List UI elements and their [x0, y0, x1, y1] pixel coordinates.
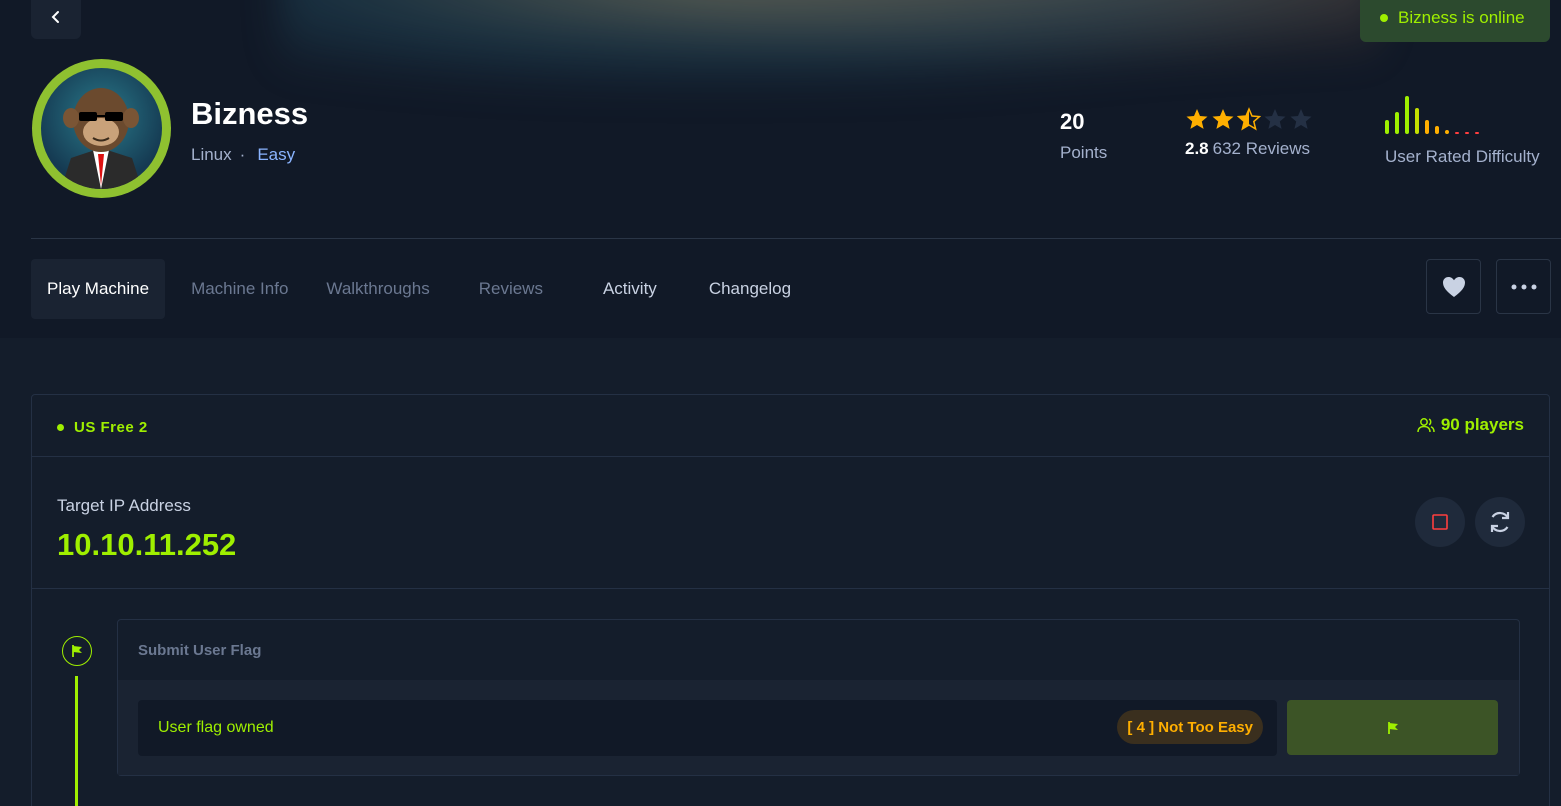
points-label: Points — [1060, 143, 1108, 162]
tab-activity[interactable]: Activity — [559, 259, 673, 319]
flag-icon — [1387, 721, 1398, 734]
difficulty-bar — [1425, 120, 1429, 134]
star-empty-icon — [1290, 109, 1312, 129]
user-flag-body: User flag owned [ 4 ] Not Too Easy — [118, 680, 1519, 775]
more-options-button[interactable] — [1496, 259, 1551, 314]
users-icon — [1417, 418, 1435, 433]
monkey-avatar-icon — [61, 88, 142, 189]
difficulty-bar — [1465, 132, 1469, 134]
status-dot-icon — [1380, 14, 1388, 22]
difficulty-chart — [1385, 96, 1479, 134]
difficulty-bar — [1415, 108, 1419, 134]
target-ip-value[interactable]: 10.10.11.252 — [57, 527, 236, 563]
machine-difficulty: Easy — [257, 145, 296, 164]
user-flag-panel: Submit User Flag User flag owned [ 4 ] N… — [117, 619, 1520, 776]
machine-header: Bizness is online Bizness Linux · Easy 2… — [0, 0, 1561, 338]
points-value: 20 — [1060, 109, 1085, 134]
online-status-badge: Bizness is online — [1360, 0, 1550, 42]
stop-icon — [1432, 514, 1448, 530]
submit-flag-button[interactable] — [1287, 700, 1498, 755]
meta-separator: · — [239, 145, 246, 164]
target-ip-section: Target IP Address 10.10.11.252 — [32, 457, 1549, 589]
favorite-button[interactable] — [1426, 259, 1481, 314]
star-half-icon — [1237, 107, 1261, 131]
server-status-dot-icon — [57, 424, 64, 431]
machine-tabs: Play Machine Machine Info Walkthroughs R… — [31, 259, 807, 319]
online-status-text: Bizness is online — [1398, 8, 1525, 27]
tab-changelog[interactable]: Changelog — [673, 259, 807, 319]
tab-play-machine[interactable]: Play Machine — [31, 259, 166, 319]
back-button[interactable] — [31, 0, 81, 39]
timeline-line — [75, 676, 78, 806]
tab-walkthroughs[interactable]: Walkthroughs — [304, 259, 445, 319]
chevron-left-icon — [51, 10, 59, 23]
star-full-icon — [1212, 109, 1234, 129]
user-flag-title: Submit User Flag — [138, 642, 262, 659]
difficulty-bar — [1435, 126, 1439, 134]
rating-value: 2.8 — [1185, 139, 1209, 158]
difficulty-bar — [1455, 132, 1459, 134]
server-info: US Free 2 — [57, 419, 148, 436]
server-name: US Free 2 — [74, 419, 148, 436]
star-rating — [1185, 107, 1313, 131]
reset-machine-button[interactable] — [1475, 497, 1525, 547]
server-header: US Free 2 90 players — [32, 395, 1549, 457]
points-stat: 20 Points — [1060, 109, 1107, 163]
user-flag-status: User flag owned — [158, 719, 274, 736]
header-background — [280, 0, 1380, 90]
rating-stat: 2.8 632 Reviews — [1185, 107, 1313, 159]
star-full-icon — [1186, 109, 1208, 129]
flag-icon — [72, 645, 82, 657]
difficulty-bar — [1395, 112, 1399, 134]
heart-icon — [1442, 276, 1465, 297]
rating-row: 2.8 632 Reviews — [1185, 139, 1313, 159]
players-text: 90 players — [1440, 415, 1524, 434]
flag-difficulty-badge[interactable]: [ 4 ] Not Too Easy — [1117, 710, 1263, 744]
tab-machine-info[interactable]: Machine Info — [165, 259, 304, 319]
machine-os: Linux — [191, 145, 232, 164]
star-empty-icon — [1264, 109, 1286, 129]
difficulty-bar — [1405, 96, 1409, 134]
machine-avatar — [32, 59, 171, 198]
timeline-user-flag-marker — [62, 636, 92, 666]
players-count: 90 players — [1417, 415, 1524, 435]
user-flag-field[interactable]: User flag owned [ 4 ] Not Too Easy — [138, 700, 1277, 756]
more-dots-icon — [1511, 284, 1536, 289]
difficulty-bar — [1445, 130, 1449, 134]
tab-reviews[interactable]: Reviews — [446, 259, 559, 319]
difficulty-label: User Rated Difficulty — [1385, 147, 1540, 166]
header-divider — [31, 238, 1561, 239]
refresh-icon — [1490, 511, 1510, 533]
reviews-count[interactable]: 632 Reviews — [1213, 139, 1310, 159]
machine-name: Bizness — [191, 96, 309, 131]
machine-meta: Linux · Easy — [191, 145, 295, 165]
stop-machine-button[interactable] — [1415, 497, 1465, 547]
difficulty-bar — [1475, 132, 1479, 134]
difficulty-bar — [1385, 120, 1389, 134]
target-ip-label: Target IP Address — [57, 496, 191, 515]
